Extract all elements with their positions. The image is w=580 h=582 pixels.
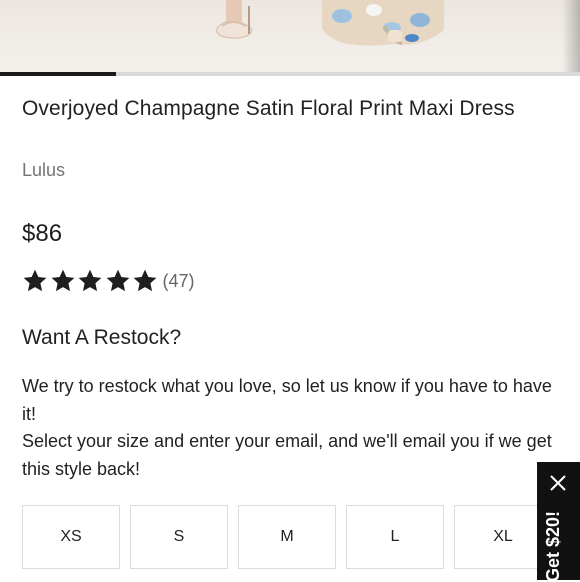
star-icon <box>106 269 129 292</box>
product-photo-sandal <box>215 0 253 39</box>
rating-stars <box>22 268 160 294</box>
product-rating[interactable]: (47) <box>22 266 195 296</box>
star-icon <box>23 269 47 292</box>
product-image-gallery[interactable] <box>0 0 580 76</box>
restock-heading: Want A Restock? <box>22 326 182 349</box>
product-brand[interactable]: Lulus <box>22 160 65 181</box>
promo-label[interactable]: Get $20! <box>543 472 564 582</box>
size-option-s[interactable]: S <box>130 505 228 569</box>
size-option-l[interactable]: L <box>346 505 444 569</box>
promo-tab[interactable]: Get $20! <box>537 462 580 582</box>
gallery-progress-indicator <box>0 72 116 76</box>
size-option-xs[interactable]: XS <box>22 505 120 569</box>
star-icon <box>133 269 157 292</box>
restock-text-line-1: We try to restock what you love, so let … <box>22 376 552 424</box>
product-price: $86 <box>22 220 63 247</box>
product-photo-dress-hem <box>322 0 444 46</box>
restock-text-line-2: Select your size and enter your email, a… <box>22 431 552 479</box>
star-icon <box>51 269 74 292</box>
image-edge-shadow <box>562 0 580 76</box>
size-selector: XS S M L XL <box>22 505 562 569</box>
size-option-m[interactable]: M <box>238 505 336 569</box>
restock-description: We try to restock what you love, so let … <box>22 373 557 483</box>
rating-count[interactable]: (47) <box>163 271 195 292</box>
product-title: Overjoyed Champagne Satin Floral Print M… <box>22 97 515 120</box>
gallery-progress-track <box>0 72 580 76</box>
star-icon <box>78 269 102 292</box>
